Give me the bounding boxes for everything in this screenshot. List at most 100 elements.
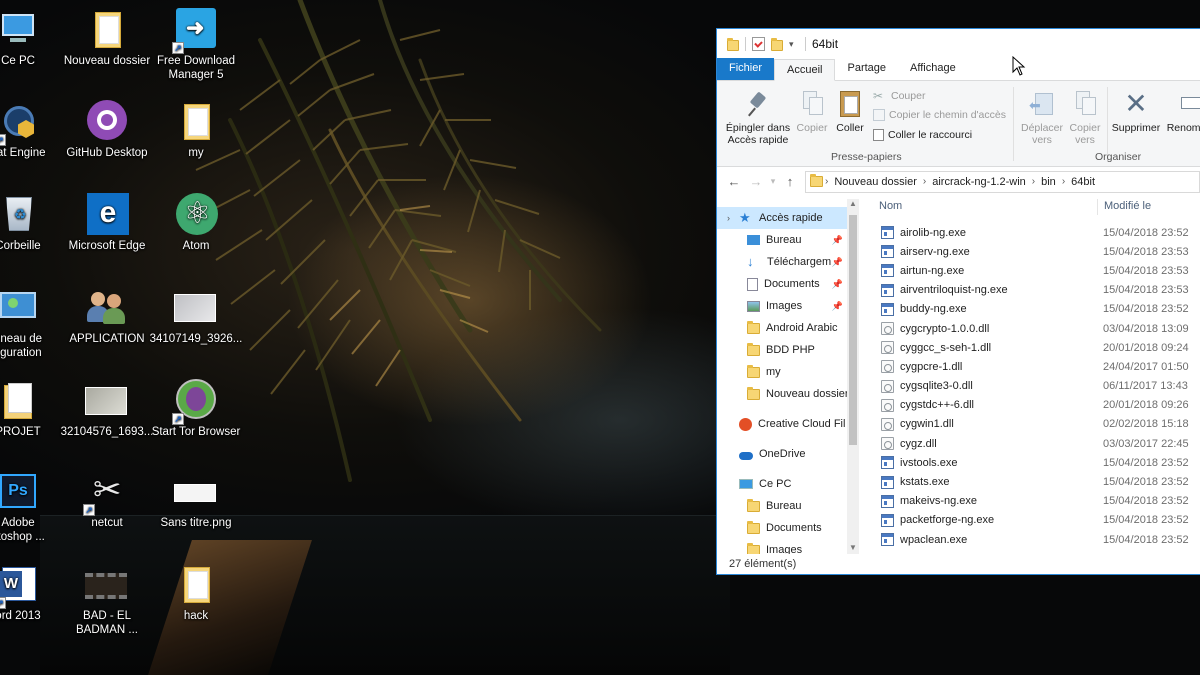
desktop-icon-control-panel[interactable]: nneau de figuration [0, 286, 64, 372]
file-row[interactable]: cygcrypto-1.0.0.dll 03/04/2018 13:09 [867, 319, 1200, 338]
file-row[interactable]: makeivs-ng.exe 15/04/2018 23:52 [867, 492, 1200, 511]
breadcrumb-item[interactable]: aircrack-ng-1.2-win [932, 176, 1026, 188]
file-row[interactable]: cygwin1.dll 02/02/2018 15:18 [867, 415, 1200, 434]
scrollbar-thumb[interactable] [849, 215, 857, 445]
desktop-icon-photoshop[interactable]: Ps Adobe otoshop ... [0, 470, 64, 556]
desktop-icon-application[interactable]: APPLICATION [61, 286, 153, 372]
delete-button[interactable]: ✕ Supprimer [1109, 89, 1163, 135]
move-to-button[interactable]: ⬅ Déplacer vers [1017, 89, 1067, 146]
nav-pane-scrollbar[interactable]: ▲ ▼ [847, 199, 859, 554]
new-folder-icon[interactable] [771, 37, 783, 51]
file-row[interactable]: cygz.dll 03/03/2017 22:45 [867, 434, 1200, 453]
file-name: kstats.exe [900, 476, 950, 489]
desktop-icon-word[interactable]: W ↗ ord 2013 [0, 563, 64, 649]
recent-locations-icon[interactable]: ▾ [767, 176, 779, 187]
file-row[interactable]: airserv-ng.exe 15/04/2018 23:53 [867, 242, 1200, 261]
desktop-icon-microsoft-edge[interactable]: e Microsoft Edge [61, 193, 153, 279]
nav-item-android-arabic[interactable]: Android Arabic [717, 317, 847, 339]
file-explorer-window[interactable]: ▾ 64bit Fichier Accueil Partage Affichag… [716, 28, 1200, 575]
copy-path-button[interactable]: Copier le chemin d'accès [873, 109, 1006, 121]
paste-button[interactable]: Coller [831, 89, 869, 134]
scroll-down-icon[interactable]: ▼ [847, 543, 859, 552]
nav-pc-documents[interactable]: Documents [717, 517, 847, 539]
file-row[interactable]: packetforge-ng.exe 15/04/2018 23:52 [867, 511, 1200, 530]
file-row[interactable]: buddy-ng.exe 15/04/2018 23:52 [867, 300, 1200, 319]
desktop-icon-bad-el-badman[interactable]: BAD - EL BADMAN ... [61, 563, 153, 649]
up-button[interactable]: ↑ [779, 174, 801, 189]
desktop-icon-hack[interactable]: hack [150, 563, 242, 649]
back-button[interactable]: ← [723, 174, 745, 189]
nav-onedrive[interactable]: OneDrive [717, 443, 847, 465]
tab-home[interactable]: Accueil [774, 59, 836, 81]
column-header-modified[interactable]: Modifié le [1104, 200, 1151, 212]
tab-share[interactable]: Partage [835, 58, 898, 80]
forward-button[interactable]: → [745, 174, 767, 189]
quick-access-toolbar-dropdown-icon[interactable]: ▾ [789, 36, 799, 52]
nav-item-telechargements[interactable]: ↓ Téléchargem 📌 [717, 251, 847, 273]
desktop-icon-image-32104576[interactable]: 32104576_1693... [61, 379, 153, 465]
desktop-icon-cheat-engine[interactable]: ↗ eat Engine [0, 100, 64, 186]
nav-quick-access[interactable]: › ★ Accès rapide [717, 207, 847, 229]
file-row[interactable]: cygstdc++-6.dll 20/01/2018 09:26 [867, 396, 1200, 415]
nav-item-my[interactable]: my [717, 361, 847, 383]
exe-file-icon [881, 302, 894, 316]
file-name-cell: ivstools.exe [867, 456, 1103, 470]
breadcrumb-item[interactable]: 64bit [1071, 176, 1095, 188]
rename-button[interactable]: Renomm [1163, 89, 1200, 134]
desktop-icon-image-34107149[interactable]: 34107149_3926... [150, 286, 242, 372]
file-row[interactable]: cygsqlite3-0.dll 06/11/2017 13:43 [867, 377, 1200, 396]
file-date: 15/04/2018 23:53 [1103, 245, 1189, 258]
nav-item-nouveau-dossier[interactable]: Nouveau dossier [717, 383, 847, 405]
nav-pc-bureau[interactable]: Bureau [717, 495, 847, 517]
nav-creative-cloud[interactable]: Creative Cloud Fil [717, 413, 847, 435]
paste-shortcut-button[interactable]: Coller le raccourci [873, 129, 972, 141]
window-title: 64bit [812, 37, 839, 51]
properties-icon[interactable] [752, 37, 765, 51]
cut-button[interactable]: ✂ Couper [873, 89, 925, 103]
desktop-icon-nouveau-dossier[interactable]: Nouveau dossier [61, 8, 153, 94]
file-row[interactable]: airolib-ng.exe 15/04/2018 23:52 [867, 223, 1200, 242]
copy-button[interactable]: Copier [793, 89, 831, 134]
desktop-icon-github-desktop[interactable]: GitHub Desktop [61, 100, 153, 186]
file-row[interactable]: kstats.exe 15/04/2018 23:52 [867, 472, 1200, 491]
ribbon: Épingler dans Accès rapide Copier Coller… [717, 81, 1200, 167]
file-row[interactable]: airventriloquist-ng.exe 15/04/2018 23:53 [867, 281, 1200, 300]
documents-folder-icon [747, 520, 760, 534]
video-icon [85, 563, 129, 607]
desktop-icon-free-download-manager[interactable]: ➜ ↗ Free Download Manager 5 [150, 8, 242, 94]
word-icon: W ↗ [0, 563, 40, 609]
file-name-cell: cygsqlite3-0.dll [867, 379, 1103, 393]
nav-item-images[interactable]: Images 📌 [717, 295, 847, 317]
desktop-icon-start-tor-browser[interactable]: ↗ Start Tor Browser [150, 379, 242, 465]
nav-this-pc[interactable]: Ce PC [717, 473, 847, 495]
desktop-icon-projet[interactable]: PROJET [0, 379, 64, 465]
tab-view[interactable]: Affichage [898, 58, 968, 80]
tab-file[interactable]: Fichier [717, 58, 775, 80]
nav-item-bdd-php[interactable]: BDD PHP [717, 339, 847, 361]
file-row[interactable]: wpaclean.exe 15/04/2018 23:52 [867, 530, 1200, 549]
chevron-right-icon: › [727, 213, 730, 223]
nav-item-documents[interactable]: Documents 📌 [717, 273, 847, 295]
desktop-icon-my[interactable]: my [150, 100, 242, 186]
breadcrumb-item[interactable]: Nouveau dossier [834, 176, 917, 188]
file-row[interactable]: cygpcre-1.dll 24/04/2017 01:50 [867, 357, 1200, 376]
breadcrumb-item[interactable]: bin [1041, 176, 1056, 188]
copy-to-button[interactable]: Copier vers [1065, 89, 1105, 146]
scroll-up-icon[interactable]: ▲ [847, 199, 859, 208]
file-row[interactable]: cyggcc_s-seh-1.dll 20/01/2018 09:24 [867, 338, 1200, 357]
photoshop-icon: Ps [0, 470, 40, 514]
address-bar[interactable]: › Nouveau dossier › aircrack-ng-1.2-win … [805, 170, 1200, 193]
file-row[interactable]: airtun-ng.exe 15/04/2018 23:53 [867, 261, 1200, 280]
nav-item-bureau[interactable]: Bureau 📌 [717, 229, 847, 251]
desktop-icon-ce-pc[interactable]: Ce PC [0, 8, 64, 94]
nav-pc-images[interactable]: Images [717, 539, 847, 554]
desktop-icon-netcut[interactable]: ✂ ↗ netcut [61, 470, 153, 556]
desktop-icon-atom[interactable]: ⚛ Atom [150, 193, 242, 279]
desktop-icon-sans-titre-png[interactable]: Sans titre.png [150, 470, 242, 556]
column-header-name[interactable]: Nom [867, 200, 1103, 212]
desktop-icon-corbeille[interactable]: ♻ Corbeille [0, 193, 64, 279]
file-name-cell: airserv-ng.exe [867, 245, 1103, 259]
title-bar[interactable]: ▾ 64bit [717, 29, 1200, 59]
pin-to-quick-access-button[interactable]: Épingler dans Accès rapide [723, 89, 793, 146]
file-row[interactable]: ivstools.exe 15/04/2018 23:52 [867, 453, 1200, 472]
